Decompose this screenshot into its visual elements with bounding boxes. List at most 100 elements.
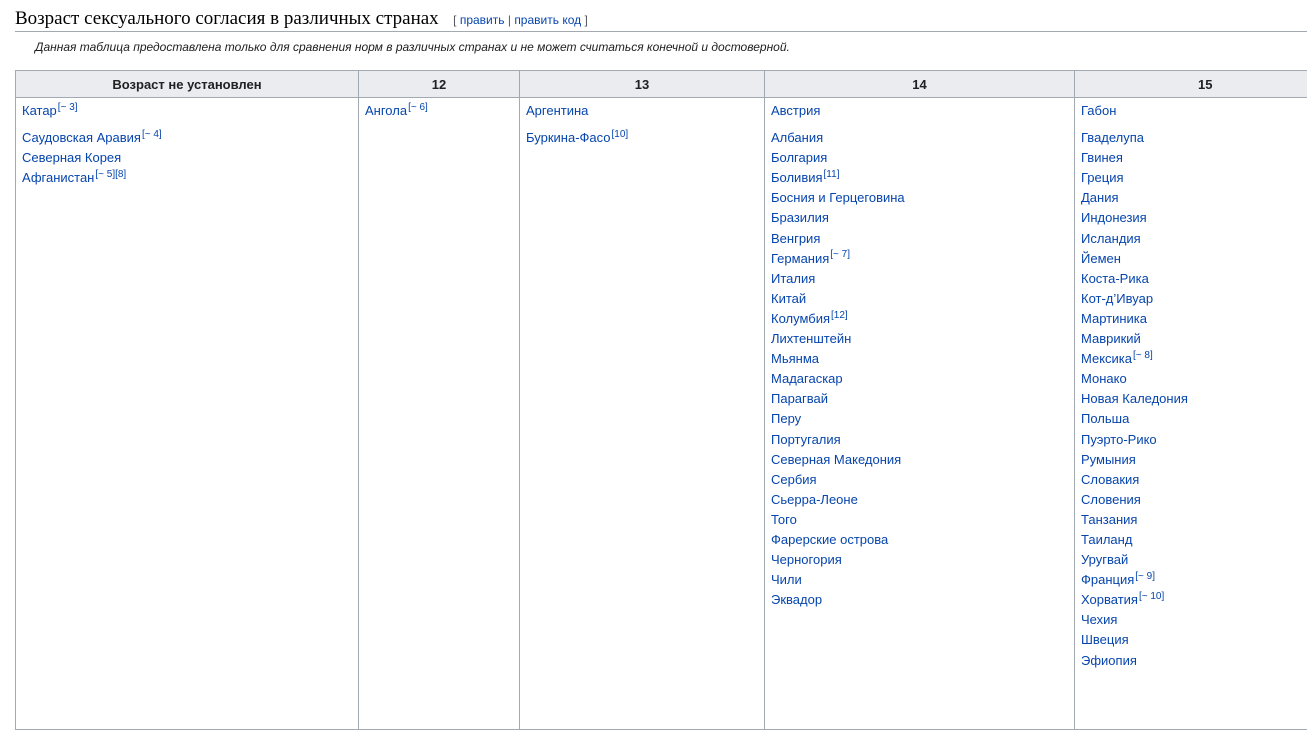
country-link[interactable]: Мартиника xyxy=(1081,309,1307,329)
edit-links: [ править | править код ] xyxy=(453,8,588,27)
country-link[interactable]: Таиланд xyxy=(1081,530,1307,550)
reference-mark[interactable]: [~ 6] xyxy=(408,102,428,113)
country-link[interactable]: Сьерра-Леоне xyxy=(771,490,1068,510)
country-link[interactable]: Австрия xyxy=(771,101,1068,121)
country-name: Китай xyxy=(771,291,806,306)
reference-mark[interactable]: [~ 7] xyxy=(830,249,850,260)
country-name: Пуэрто-Рико xyxy=(1081,432,1157,447)
country-link[interactable]: Гваделупа xyxy=(1081,128,1307,148)
country-link[interactable]: Греция xyxy=(1081,168,1307,188)
country-name: Эфиопия xyxy=(1081,653,1137,668)
column-age-12: Ангола[~ 6] xyxy=(359,98,520,730)
country-link[interactable]: Лихтенштейн xyxy=(771,329,1068,349)
country-link[interactable]: Афганистан[~ 5][8] xyxy=(22,168,352,188)
country-link[interactable]: Того xyxy=(771,510,1068,530)
edit-bracket-open: [ xyxy=(453,13,456,27)
country-link[interactable]: Танзания xyxy=(1081,510,1307,530)
country-link[interactable]: Босния и Герцеговина xyxy=(771,188,1068,208)
country-link[interactable]: Йемен xyxy=(1081,249,1307,269)
country-link[interactable]: Италия xyxy=(771,269,1068,289)
country-link[interactable]: Португалия xyxy=(771,430,1068,450)
country-name: Парагвай xyxy=(771,391,828,406)
country-link[interactable]: Северная Македония xyxy=(771,450,1068,470)
country-link[interactable]: Албания xyxy=(771,128,1068,148)
country-link[interactable]: Парагвай xyxy=(771,389,1068,409)
column-age-13: Аргентина Буркина-Фасо[10] xyxy=(520,98,765,730)
country-link[interactable]: Эквадор xyxy=(771,590,1068,610)
country-link[interactable]: Колумбия[12] xyxy=(771,309,1068,329)
reference-mark[interactable]: [12] xyxy=(831,310,848,321)
country-name: Северная Македония xyxy=(771,452,901,467)
table-body-row: Катар[~ 3]Саудовская Аравия[~ 4]Северная… xyxy=(16,98,1307,730)
table-header-row: Возраст не установлен 12 13 14 15 xyxy=(16,71,1307,98)
country-link[interactable]: Швеция xyxy=(1081,630,1307,650)
country-link[interactable]: Перу xyxy=(771,409,1068,429)
country-name: Йемен xyxy=(1081,251,1121,266)
country-link[interactable]: Мексика[~ 8] xyxy=(1081,349,1307,369)
country-link[interactable]: Пуэрто-Рико xyxy=(1081,430,1307,450)
country-link[interactable]: Черногория xyxy=(771,550,1068,570)
country-link[interactable]: Мадагаскар xyxy=(771,369,1068,389)
country-link[interactable]: Эфиопия xyxy=(1081,651,1307,671)
reference-mark[interactable]: [11] xyxy=(824,169,840,180)
country-name: Болгария xyxy=(771,150,827,165)
country-link[interactable]: Словения xyxy=(1081,490,1307,510)
country-link[interactable]: Уругвай xyxy=(1081,550,1307,570)
reference-mark[interactable]: [~ 10] xyxy=(1139,591,1164,602)
edit-link[interactable]: править xyxy=(460,13,505,27)
country-link[interactable]: Монако xyxy=(1081,369,1307,389)
country-link[interactable]: Хорватия[~ 10] xyxy=(1081,590,1307,610)
country-name: Словакия xyxy=(1081,472,1139,487)
country-link[interactable]: Чили xyxy=(771,570,1068,590)
edit-code-link[interactable]: править код xyxy=(514,13,581,27)
country-link[interactable]: Сербия xyxy=(771,470,1068,490)
country-link[interactable]: Коста-Рика xyxy=(1081,269,1307,289)
reference-mark[interactable]: [~ 3] xyxy=(58,102,78,113)
country-name: Мексика xyxy=(1081,351,1132,366)
reference-mark[interactable]: [~ 8] xyxy=(1133,350,1153,361)
country-link[interactable]: Словакия xyxy=(1081,470,1307,490)
country-link[interactable]: Гвинея xyxy=(1081,148,1307,168)
country-link[interactable]: Фарерские острова xyxy=(771,530,1068,550)
country-link[interactable]: Венгрия xyxy=(771,229,1068,249)
reference-mark[interactable]: [~ 4] xyxy=(142,129,162,140)
country-link[interactable]: Франция[~ 9] xyxy=(1081,570,1307,590)
country-link[interactable]: Чехия xyxy=(1081,610,1307,630)
country-link[interactable]: Маврикий xyxy=(1081,329,1307,349)
country-link[interactable]: Китай xyxy=(771,289,1068,309)
country-link[interactable]: Катар[~ 3] xyxy=(22,101,352,121)
country-name: Коста-Рика xyxy=(1081,271,1149,286)
country-link[interactable]: Бразилия xyxy=(771,208,1068,228)
country-link[interactable]: Мьянма xyxy=(771,349,1068,369)
country-name: Бразилия xyxy=(771,210,829,225)
reference-mark[interactable]: [~ 9] xyxy=(1135,571,1155,582)
country-link[interactable]: Ангола[~ 6] xyxy=(365,101,513,121)
country-link[interactable]: Боливия[11] xyxy=(771,168,1068,188)
country-name: Дания xyxy=(1081,190,1119,205)
country-link[interactable]: Буркина-Фасо[10] xyxy=(526,128,758,148)
country-name: Гвинея xyxy=(1081,150,1123,165)
country-link[interactable]: Дания xyxy=(1081,188,1307,208)
country-link[interactable]: Северная Корея xyxy=(22,148,352,168)
country-link[interactable]: Румыния xyxy=(1081,450,1307,470)
country-link[interactable]: Новая Каледония xyxy=(1081,389,1307,409)
header-age-14: 14 xyxy=(765,71,1075,98)
reference-mark[interactable]: [10] xyxy=(612,129,629,140)
country-name: Венгрия xyxy=(771,231,820,246)
country-link[interactable]: Аргентина xyxy=(526,101,758,121)
country-name: Польша xyxy=(1081,411,1129,426)
country-link[interactable]: Кот-д’Ивуар xyxy=(1081,289,1307,309)
country-link[interactable]: Саудовская Аравия[~ 4] xyxy=(22,128,352,148)
reference-mark[interactable]: [~ 5][8] xyxy=(95,169,126,180)
country-name: Танзания xyxy=(1081,512,1137,527)
country-name: Мартиника xyxy=(1081,311,1147,326)
country-link[interactable]: Габон xyxy=(1081,101,1307,121)
header-age-13: 13 xyxy=(520,71,765,98)
country-link[interactable]: Германия[~ 7] xyxy=(771,249,1068,269)
country-link[interactable]: Польша xyxy=(1081,409,1307,429)
header-age-15: 15 xyxy=(1075,71,1307,98)
country-name: Португалия xyxy=(771,432,841,447)
country-link[interactable]: Болгария xyxy=(771,148,1068,168)
country-link[interactable]: Индонезия xyxy=(1081,208,1307,228)
country-link[interactable]: Исландия xyxy=(1081,229,1307,249)
